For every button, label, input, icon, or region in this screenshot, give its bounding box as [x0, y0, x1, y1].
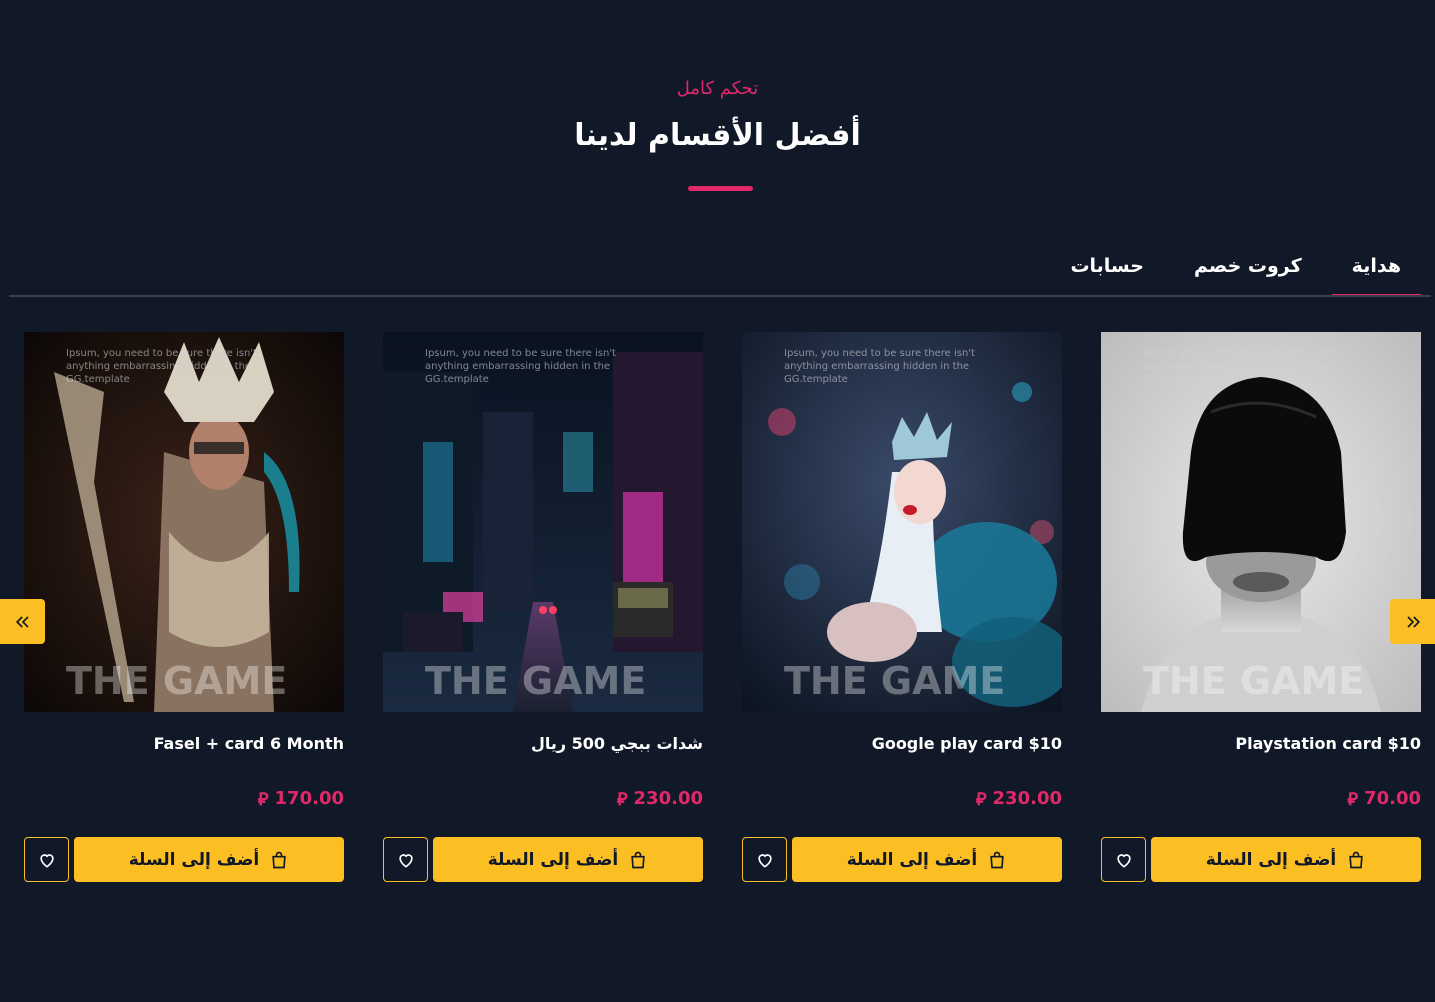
product-name[interactable]: شدات ببجي 500 ريال	[383, 734, 703, 753]
add-to-cart-label: أضف إلى السلة	[1205, 849, 1337, 870]
product-name[interactable]: Google play card $10	[742, 734, 1062, 753]
product-name[interactable]: Fasel + card 6 Month	[24, 734, 344, 753]
product-price: ⃁ 70.00	[1347, 787, 1421, 810]
add-to-cart-label: أضف إلى السلة	[846, 849, 978, 870]
svg-text:GG.template: GG.template	[1143, 374, 1207, 385]
crowned-woman-image: Ipsum, you need to be sure there isn't a…	[742, 332, 1062, 712]
add-to-cart-button[interactable]: أضف إلى السلة	[433, 837, 703, 882]
image-watermark: Ipsum, you need to be sure there isn't	[1143, 348, 1334, 359]
tabs-divider	[9, 295, 1431, 297]
product-name[interactable]: Playstation card $10	[1101, 734, 1421, 753]
heart-icon	[398, 853, 413, 868]
product-card: Ipsum, you need to be sure there isn't a…	[742, 332, 1062, 882]
svg-text:GG.template: GG.template	[66, 374, 130, 385]
wishlist-button[interactable]	[742, 837, 787, 882]
shopping-bag-icon	[631, 851, 645, 868]
product-price: ⃁ 230.00	[617, 787, 703, 810]
tribal-warrior-image: Ipsum, you need to be sure there isn't a…	[24, 332, 344, 712]
title-underline	[688, 186, 753, 191]
svg-text:anything embarrassing hidden i: anything embarrassing hidden in the	[784, 361, 969, 372]
svg-text:GG.template: GG.template	[784, 374, 848, 385]
shopping-bag-icon	[990, 851, 1004, 868]
svg-text:Ipsum, you need to be sure the: Ipsum, you need to be sure there isn't	[784, 348, 975, 359]
heart-icon	[757, 853, 772, 868]
add-to-cart-label: أضف إلى السلة	[128, 849, 260, 870]
product-price: ⃁ 230.00	[976, 787, 1062, 810]
product-card: Ipsum, you need to be sure there isn't a…	[24, 332, 344, 882]
product-image[interactable]: Ipsum, you need to be sure there isn't a…	[383, 332, 703, 712]
chevrons-right-icon	[1406, 615, 1420, 628]
product-card: Ipsum, you need to be sure there isn't a…	[1101, 332, 1421, 882]
svg-text:THE GAME: THE GAME	[66, 659, 287, 703]
price-value: 170.00	[274, 788, 344, 809]
product-image[interactable]: Ipsum, you need to be sure there isn't a…	[1101, 332, 1421, 712]
riyal-currency-icon: ⃁	[257, 789, 269, 810]
shopping-bag-icon	[1349, 851, 1363, 868]
svg-text:THE GAME: THE GAME	[784, 659, 1005, 703]
add-to-cart-button[interactable]: أضف إلى السلة	[792, 837, 1062, 882]
tab-discount-cards[interactable]: كروت خصم	[1174, 250, 1322, 296]
wishlist-button[interactable]	[383, 837, 428, 882]
tab-gifts[interactable]: هداية	[1331, 250, 1422, 297]
wishlist-button[interactable]	[24, 837, 69, 882]
svg-text:Ipsum, you need to be sure the: Ipsum, you need to be sure there isn't	[66, 348, 257, 359]
riyal-currency-icon: ⃁	[1347, 789, 1359, 810]
category-tabs: هداية كروت خصم حسابات	[1050, 250, 1422, 297]
product-image[interactable]: Ipsum, you need to be sure there isn't a…	[24, 332, 344, 712]
masked-face-image: Ipsum, you need to be sure there isn't a…	[1101, 332, 1421, 712]
section-title: أفضل الأقسام لدينا	[574, 118, 861, 153]
heart-icon	[1116, 853, 1131, 868]
svg-text:anything embarrassing hidden i: anything embarrassing hidden in the	[425, 361, 610, 372]
image-overlay-text: THE GAME	[1143, 659, 1364, 703]
heart-icon	[39, 853, 54, 868]
riyal-currency-icon: ⃁	[616, 789, 628, 810]
product-price: ⃁ 170.00	[258, 787, 344, 810]
add-to-cart-button[interactable]: أضف إلى السلة	[1151, 837, 1421, 882]
svg-text:THE GAME: THE GAME	[425, 659, 646, 703]
shopping-bag-icon	[272, 851, 286, 868]
svg-text:anything embarrassing hidden i: anything embarrassing hidden in the	[1143, 361, 1328, 372]
slider-next-button[interactable]	[1390, 599, 1435, 644]
svg-text:anything embarrassing hidden i: anything embarrassing hidden in the	[66, 361, 251, 372]
price-value: 70.00	[1364, 788, 1421, 809]
slider-prev-button[interactable]	[0, 599, 45, 644]
chevrons-left-icon	[15, 615, 29, 628]
price-value: 230.00	[992, 788, 1062, 809]
product-card: Ipsum, you need to be sure there isn't a…	[383, 332, 703, 882]
svg-text:GG.template: GG.template	[425, 374, 489, 385]
tab-accounts[interactable]: حسابات	[1050, 250, 1164, 296]
wishlist-button[interactable]	[1101, 837, 1146, 882]
riyal-currency-icon: ⃁	[975, 789, 987, 810]
add-to-cart-label: أضف إلى السلة	[487, 849, 619, 870]
price-value: 230.00	[633, 788, 703, 809]
add-to-cart-button[interactable]: أضف إلى السلة	[74, 837, 344, 882]
section-subtitle: تحكم كامل	[676, 78, 759, 99]
night-city-image: Ipsum, you need to be sure there isn't a…	[383, 332, 703, 712]
product-image[interactable]: Ipsum, you need to be sure there isn't a…	[742, 332, 1062, 712]
page: تحكم كامل أفضل الأقسام لدينا هداية كروت …	[0, 0, 1435, 1002]
svg-text:Ipsum, you need to be sure the: Ipsum, you need to be sure there isn't	[425, 348, 616, 359]
